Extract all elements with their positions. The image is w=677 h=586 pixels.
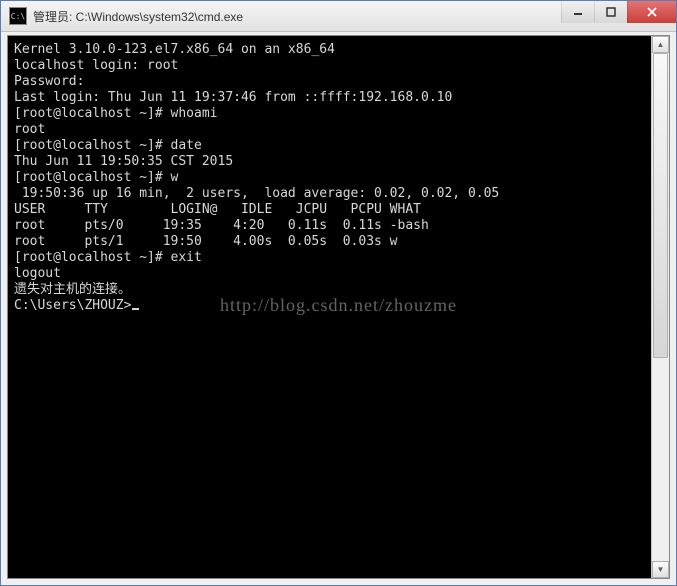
terminal-line: localhost login: root [14,58,648,74]
terminal-line: 19:50:36 up 16 min, 2 users, load averag… [14,186,648,202]
terminal-line: root pts/1 19:50 4.00s 0.05s 0.03s w [14,234,648,250]
window-buttons [561,1,676,23]
terminal-line: Kernel 3.10.0-123.el7.x86_64 on an x86_6… [14,42,648,58]
scroll-down-button[interactable]: ▼ [652,561,669,578]
close-button[interactable] [627,1,676,23]
titlebar[interactable]: C:\ 管理员: C:\Windows\system32\cmd.exe [1,1,676,32]
terminal-line: C:\Users\ZHOUZ> [14,298,648,314]
close-icon [646,7,658,17]
terminal-line: root pts/0 19:35 4:20 0.11s 0.11s -bash [14,218,648,234]
terminal-area: Kernel 3.10.0-123.el7.x86_64 on an x86_6… [7,35,670,579]
vertical-scrollbar[interactable]: ▲ ▼ [651,36,669,578]
terminal-line: Password: [14,74,648,90]
terminal-line: [root@localhost ~]# date [14,138,648,154]
maximize-icon [606,7,616,17]
titlebar-text: 管理员: C:\Windows\system32\cmd.exe [33,8,243,25]
cmd-icon: C:\ [9,7,27,25]
cmd-window: C:\ 管理员: C:\Windows\system32\cmd.exe Ker… [0,0,677,586]
scroll-up-button[interactable]: ▲ [652,36,669,53]
terminal-line: Thu Jun 11 19:50:35 CST 2015 [14,154,648,170]
terminal-line: 遗失对主机的连接。 [14,282,648,298]
scroll-track[interactable] [652,53,669,561]
terminal-line: root [14,122,648,138]
maximize-button[interactable] [594,1,627,23]
terminal-line: Last login: Thu Jun 11 19:37:46 from ::f… [14,90,648,106]
terminal-content[interactable]: Kernel 3.10.0-123.el7.x86_64 on an x86_6… [8,36,652,578]
terminal-line: [root@localhost ~]# exit [14,250,648,266]
minimize-button[interactable] [561,1,594,23]
minimize-icon [573,7,583,17]
terminal-line: logout [14,266,648,282]
terminal-line: [root@localhost ~]# w [14,170,648,186]
cursor [132,308,139,310]
terminal-line: USER TTY LOGIN@ IDLE JCPU PCPU WHAT [14,202,648,218]
scroll-thumb[interactable] [653,53,668,358]
terminal-line: [root@localhost ~]# whoami [14,106,648,122]
